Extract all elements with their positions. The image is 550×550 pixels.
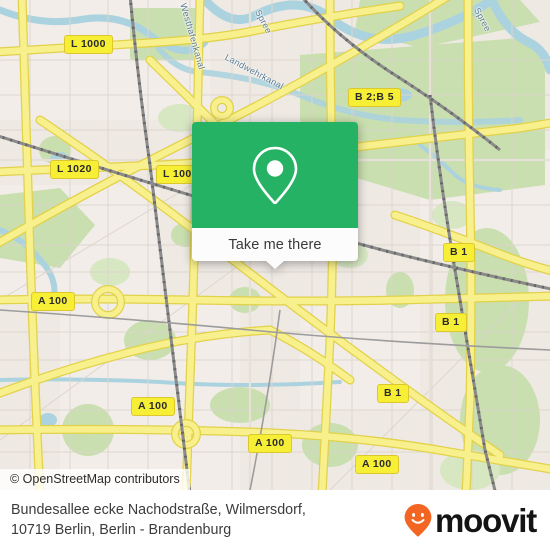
address-line-1: Bundesallee ecke Nachodstraße, Wilmersdo…: [11, 502, 306, 518]
road-shield: L 1020: [50, 160, 99, 179]
footer-bar: Bundesallee ecke Nachodstraße, Wilmersdo…: [0, 490, 550, 550]
map-attribution[interactable]: © OpenStreetMap contributors: [0, 469, 190, 490]
road-shield: L 1000: [64, 35, 113, 54]
popup-tail: [266, 261, 284, 269]
address-text: Bundesallee ecke Nachodstraße, Wilmersdo…: [11, 500, 306, 540]
moovit-smiling-pin-icon: [404, 504, 432, 537]
take-me-there-label: Take me there: [228, 236, 322, 253]
moovit-wordmark: moovit: [435, 501, 537, 539]
road-shield: B 1: [377, 384, 409, 403]
popup-icon-panel: [192, 122, 358, 228]
moovit-logo[interactable]: moovit: [403, 501, 537, 539]
take-me-there-button[interactable]: Take me there: [192, 228, 358, 269]
map-pin-icon: [252, 146, 298, 205]
location-popup[interactable]: Take me there: [192, 122, 358, 269]
road-shield: A 100: [131, 397, 175, 416]
road-shield: B 1: [443, 243, 475, 262]
map-canvas[interactable]: L 1000 L 1020 L 1005 B 2;B 5 B 1 B 1 B 1…: [0, 0, 550, 490]
address-line-2: 10719 Berlin, Berlin - Brandenburg: [11, 522, 232, 538]
road-shield: B 2;B 5: [348, 88, 401, 107]
road-shield: A 100: [31, 292, 75, 311]
road-shield: A 100: [248, 434, 292, 453]
map-page: L 1000 L 1020 L 1005 B 2;B 5 B 1 B 1 B 1…: [0, 0, 550, 550]
road-shield: B 1: [435, 313, 467, 332]
road-shield: A 100: [355, 455, 399, 474]
